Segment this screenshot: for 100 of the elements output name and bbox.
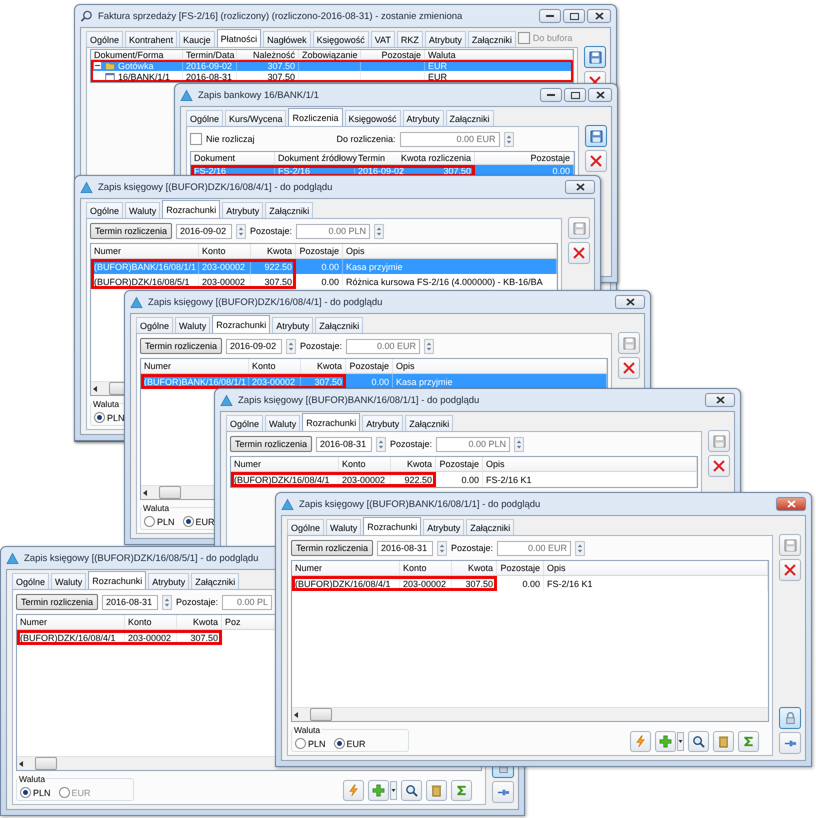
tab[interactable]: Ogólne (86, 202, 124, 218)
termin-button[interactable]: Termin rozliczenia (291, 540, 374, 556)
close-button[interactable] (776, 497, 806, 511)
tab[interactable]: Waluty (175, 317, 210, 333)
date-field[interactable]: 2016-09-02 (226, 338, 282, 354)
amount-field[interactable]: 0.00 EUR (346, 338, 420, 354)
cancel-button[interactable] (568, 242, 590, 264)
maximize-button[interactable] (563, 9, 585, 23)
save-button[interactable] (585, 125, 607, 147)
minimize-button[interactable] (540, 88, 562, 102)
column-header[interactable]: Dokument (191, 152, 275, 164)
save-button[interactable] (779, 534, 801, 556)
tab[interactable]: Ogólne (186, 110, 224, 126)
column-header[interactable]: Konto (249, 359, 301, 373)
tab[interactable]: Załączniki (468, 31, 516, 47)
tab[interactable]: Waluty (265, 415, 300, 431)
tab[interactable]: Kurs/Wycena (225, 110, 286, 126)
dropdown-icon[interactable] (390, 781, 397, 800)
tab[interactable]: Ogólne (287, 519, 324, 535)
spinner-icon[interactable] (504, 132, 514, 146)
cancel-button[interactable] (585, 150, 607, 172)
tab[interactable]: Atrybuty (423, 519, 464, 535)
date-field[interactable]: 2016-09-02 (176, 224, 232, 238)
column-header[interactable]: Pozostaje (497, 561, 544, 575)
column-header[interactable]: Konto (125, 615, 177, 629)
column-header[interactable]: Numer (91, 244, 199, 258)
checkbox[interactable] (190, 133, 202, 145)
amount-field[interactable]: 0.00 PLN (436, 436, 510, 452)
tab[interactable]: Atrybuty (424, 31, 466, 47)
tab[interactable]: Atrybuty (272, 317, 314, 333)
close-button[interactable] (705, 393, 735, 407)
delete-button[interactable] (426, 780, 447, 801)
cancel-button[interactable] (779, 559, 801, 581)
column-header[interactable]: Konto (400, 561, 452, 575)
tab[interactable]: Waluty (51, 573, 86, 589)
save-button[interactable] (618, 332, 640, 354)
termin-button[interactable]: Termin rozliczenia (16, 594, 98, 610)
column-header[interactable]: Opis (544, 561, 768, 575)
termin-button[interactable]: Termin rozliczenia (230, 436, 312, 452)
spinner-icon[interactable] (514, 436, 524, 452)
tab[interactable]: Rozrachunki (302, 413, 360, 431)
termin-button[interactable]: Termin rozliczenia (90, 223, 172, 239)
column-header[interactable]: Opis (483, 457, 697, 471)
tab[interactable]: Księgowość (312, 31, 369, 47)
tab[interactable]: Nagłówek (263, 31, 311, 47)
radio-button[interactable] (295, 738, 306, 749)
column-header[interactable]: Numer (141, 359, 249, 373)
column-header[interactable]: Kwota (177, 615, 222, 629)
column-header[interactable]: Opis (343, 244, 557, 258)
column-header[interactable]: Pozostaje (361, 50, 425, 60)
radio-button[interactable] (144, 516, 155, 527)
tab[interactable]: Rozrachunki (212, 315, 270, 333)
spinner-icon[interactable] (575, 540, 586, 556)
column-header[interactable]: Kwota (452, 561, 497, 575)
amount-field[interactable]: 0.00 EUR (497, 540, 572, 556)
spinner-icon[interactable] (236, 224, 246, 238)
amount-field[interactable]: 0.00 PLN (296, 224, 370, 238)
tab[interactable]: Atrybuty (148, 573, 190, 589)
column-header[interactable]: Kwota (301, 359, 346, 373)
tab[interactable]: Atrybuty (222, 202, 264, 218)
delete-button[interactable] (713, 731, 734, 752)
table-row[interactable]: (BUFOR)DZK/16/08/4/1 203-00002 307.50 (17, 630, 481, 645)
tab[interactable]: Załączniki (446, 110, 494, 126)
close-button[interactable] (565, 180, 595, 194)
save-button[interactable] (708, 430, 730, 452)
tab[interactable]: Załączniki (315, 317, 364, 333)
minimize-button[interactable] (539, 9, 561, 23)
termin-button[interactable]: Termin rozliczenia (140, 338, 222, 354)
column-header[interactable]: Numer (17, 615, 125, 629)
add-button[interactable] (368, 780, 389, 801)
close-button[interactable] (615, 295, 645, 309)
column-header[interactable]: Numer (231, 457, 339, 471)
column-header[interactable]: Konto (199, 244, 251, 258)
tab[interactable]: Ogólne (12, 573, 50, 589)
tab[interactable]: Załączniki (265, 202, 314, 218)
column-header[interactable]: Kwota (251, 244, 296, 258)
scroll-thumb[interactable] (159, 486, 181, 499)
radio-button[interactable] (334, 738, 345, 749)
scroll-thumb[interactable] (310, 708, 332, 721)
tab[interactable]: Załączniki (405, 415, 454, 431)
column-header[interactable]: Kwota (391, 457, 436, 471)
tab[interactable]: Ogólne (86, 31, 124, 47)
save-button[interactable] (568, 217, 590, 239)
column-header[interactable]: Zobowiązanie (299, 50, 361, 60)
pin-button[interactable] (779, 732, 801, 754)
tab[interactable]: Waluty (125, 202, 160, 218)
pin-button[interactable] (492, 781, 514, 803)
column-header[interactable]: Kwota rozliczenia (402, 152, 475, 164)
amount-field[interactable]: 0.00 PL (222, 594, 272, 610)
column-header[interactable]: Termin/Data (183, 50, 237, 60)
tab[interactable]: Kontrahent (125, 31, 178, 47)
column-header[interactable]: Pozostaje (436, 457, 483, 471)
spinner-icon[interactable] (374, 224, 384, 238)
radio-button[interactable] (20, 787, 31, 798)
date-field[interactable]: 2016-08-31 (102, 594, 158, 610)
tab[interactable]: Księgowość (344, 110, 401, 126)
date-field[interactable]: 2016-08-31 (316, 436, 372, 452)
save-button[interactable] (584, 46, 606, 68)
table-row[interactable]: (BUFOR)DZK/16/08/4/1 203-00002 922.50 0.00 FS-2/16 K1 (231, 472, 697, 487)
search-button[interactable] (401, 780, 422, 801)
